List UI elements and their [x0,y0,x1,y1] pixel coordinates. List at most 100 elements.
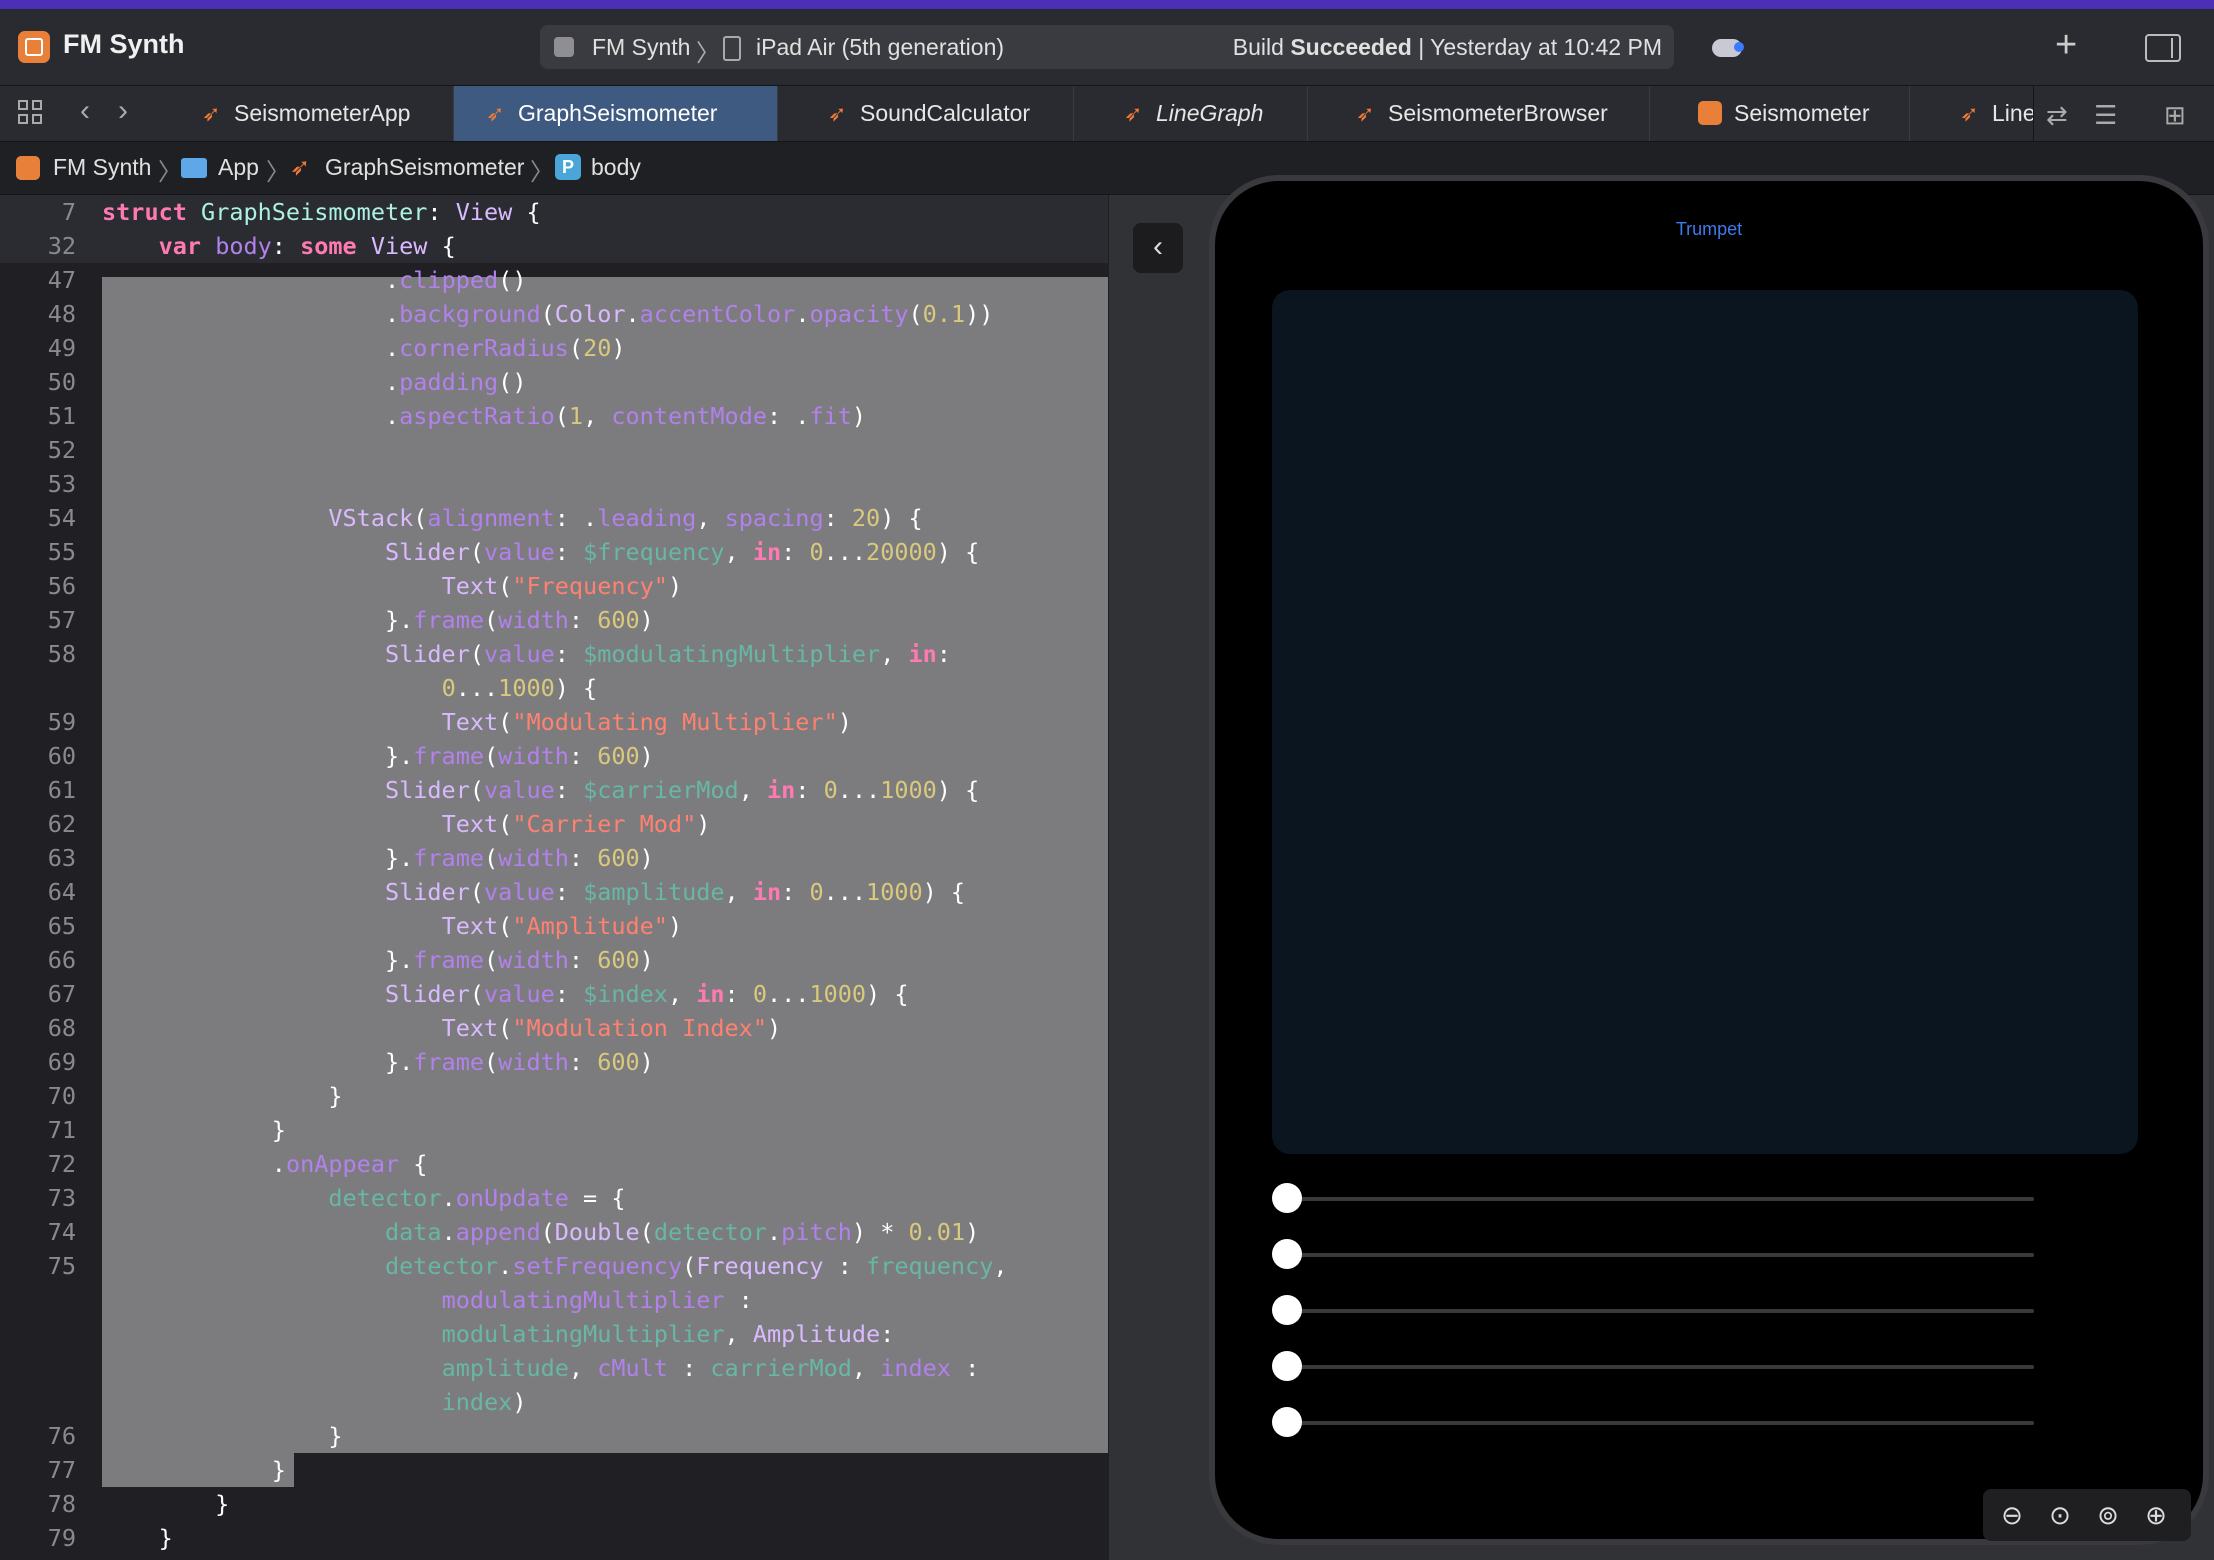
code-text: Text("Amplitude") [441,912,683,940]
slider-thumb[interactable] [1272,1407,1302,1437]
code-line[interactable]: 50 .padding() [0,365,1108,399]
code-line[interactable]: 51 .aspectRatio(1, contentMode: .fit) [0,399,1108,433]
chevron-left-icon[interactable]: ‹ [1133,223,1183,273]
code-line[interactable]: 63 }.frame(width: 600) [0,841,1108,875]
code-line[interactable]: 57 }.frame(width: 600) [0,603,1108,637]
tab-seismometer[interactable]: Seismometer [1650,86,1910,141]
tab-soundcalculator[interactable]: ➶ SoundCalculator [778,86,1074,141]
code-line[interactable]: 56 Text("Frequency") [0,569,1108,603]
split-editor-icon[interactable]: ⊞ [2164,100,2186,131]
slider-thumb[interactable] [1272,1183,1302,1213]
navigate-back-icon[interactable]: ‹ [80,94,90,128]
line-number: 77 [47,1456,76,1484]
code-line[interactable]: 59 Text("Modulating Multiplier") [0,705,1108,739]
chevron-right-icon: 〉 [696,40,720,67]
tab-label: SoundCalculator [860,100,1031,126]
code-line[interactable]: 52 [0,433,1108,467]
code-line[interactable]: 48 .background(Color.accentColor.opacity… [0,297,1108,331]
add-library-button[interactable]: + [2055,25,2077,65]
code-text: } [102,1116,286,1144]
build-status[interactable]: Build Succeeded | Yesterday at 10:42 PM [1233,34,1662,61]
breadcrumb-folder[interactable]: App [218,154,259,181]
code-line[interactable]: 76 } [0,1419,1108,1453]
code-line[interactable]: 66 }.frame(width: 600) [0,943,1108,977]
code-line[interactable]: index) [0,1385,1108,1419]
code-line[interactable]: 69 }.frame(width: 600) [0,1045,1108,1079]
zoom-controls: ⊖ ⊙ ⊚ ⊕ [1983,1489,2191,1541]
swap-editors-icon[interactable]: ⇄ [2046,100,2068,131]
code-line[interactable]: amplitude, cMult : carrierMod, index : [0,1351,1108,1385]
code-text: Text("Modulation Index") [441,1014,782,1042]
line-number: 63 [47,844,76,872]
swift-icon: ➶ [486,101,505,126]
code-line[interactable]: 71 } [0,1113,1108,1147]
code-text: 0...1000) { [441,674,598,702]
code-text: modulatingMultiplier, Amplitude: [441,1320,895,1348]
editor-options-icon[interactable]: ☰ [2094,100,2117,131]
breadcrumb-file[interactable]: GraphSeismometer [325,154,524,181]
related-items-grid-icon[interactable] [18,100,44,126]
inspector-toggle-icon[interactable] [2145,34,2181,62]
preview-slider[interactable] [1272,1407,2034,1437]
code-line[interactable]: 68 Text("Modulation Index") [0,1011,1108,1045]
code-line[interactable]: 62 Text("Carrier Mod") [0,807,1108,841]
zoom-actual-size-icon[interactable]: ⊙ [2045,1500,2075,1530]
tab-seismometerbrowser[interactable]: ➶ SeismometerBrowser [1308,86,1650,141]
slider-thumb[interactable] [1272,1351,1302,1381]
line-number: 78 [47,1490,76,1518]
code-line[interactable]: 64 Slider(value: $amplitude, in: 0...100… [0,875,1108,909]
zoom-in-icon[interactable]: ⊕ [2141,1500,2171,1530]
source-editor[interactable]: 7 struct GraphSeismometer: View {32 var b… [0,195,1108,1560]
code-line[interactable]: 61 Slider(value: $carrierMod, in: 0...10… [0,773,1108,807]
scheme-selector[interactable]: FM Synth 〉 iPad Air (5th generation) Bui… [540,25,1674,69]
zoom-out-icon[interactable]: ⊖ [1997,1500,2027,1530]
code-line[interactable]: 73 detector.onUpdate = { [0,1181,1108,1215]
breadcrumb-project[interactable]: FM Synth [53,154,151,181]
preview-slider[interactable] [1272,1295,2034,1325]
slider-thumb[interactable] [1272,1295,1302,1325]
code-line[interactable]: 49 .cornerRadius(20) [0,331,1108,365]
code-line[interactable]: 78 } [0,1487,1108,1521]
code-line[interactable]: 79 } [0,1521,1108,1555]
tab-linegraph-overflow[interactable]: ➶ Line [1910,86,2034,141]
code-line[interactable]: 65 Text("Amplitude") [0,909,1108,943]
code-text: var body: some View { [158,232,456,260]
code-line[interactable]: 67 Slider(value: $index, in: 0...1000) { [0,977,1108,1011]
code-text: Slider(value: $modulatingMultiplier, in: [384,640,951,668]
code-line[interactable]: 53 [0,467,1108,501]
code-text: .aspectRatio(1, contentMode: .fit) [102,402,867,430]
sticky-scope-line[interactable]: 32 var body: some View { [0,229,1108,263]
preview-slider[interactable] [1272,1239,2034,1269]
app-target-icon [554,37,574,57]
code-line[interactable]: 58 Slider(value: $modulatingMultiplier, … [0,637,1108,671]
code-line[interactable]: 55 Slider(value: $frequency, in: 0...200… [0,535,1108,569]
code-line[interactable]: 70 } [0,1079,1108,1113]
code-line[interactable]: 60 }.frame(width: 600) [0,739,1108,773]
code-text: } [102,1456,286,1484]
code-line[interactable]: 54 VStack(alignment: .leading, spacing: … [0,501,1108,535]
navigate-forward-icon[interactable]: › [118,94,128,128]
code-line[interactable]: 77 } [0,1453,1108,1487]
sticky-scope-line[interactable]: 7 struct GraphSeismometer: View { [0,195,1108,229]
code-text: .background(Color.accentColor.opacity(0.… [102,300,994,328]
preview-slider[interactable] [1272,1183,2034,1213]
run-destination-label[interactable]: iPad Air (5th generation) [756,34,1004,61]
code-line[interactable]: 72 .onAppear { [0,1147,1108,1181]
slider-track [1276,1365,2034,1369]
slider-thumb[interactable] [1272,1239,1302,1269]
code-line[interactable]: 75 detector.setFrequency(Frequency : fre… [0,1249,1108,1283]
breadcrumb-symbol[interactable]: body [591,154,641,181]
zoom-to-fit-icon[interactable]: ⊚ [2093,1500,2123,1530]
code-line[interactable]: 0...1000) { [0,671,1108,705]
code-line[interactable]: 74 data.append(Double(detector.pitch) * … [0,1215,1108,1249]
scheme-target-label[interactable]: FM Synth [592,34,690,61]
line-number: 53 [47,470,76,498]
code-line[interactable]: 47 .clipped() [0,263,1108,297]
tab-graphseismometer[interactable]: ➶ GraphSeismometer [454,86,778,141]
code-line[interactable]: modulatingMultiplier, Amplitude: [0,1317,1108,1351]
preview-slider[interactable] [1272,1351,2034,1381]
tab-seismometerapp[interactable]: ➶ SeismometerApp [170,86,454,141]
code-line[interactable]: modulatingMultiplier : [0,1283,1108,1317]
cloud-icon[interactable] [1712,39,1744,57]
tab-linegraph[interactable]: ➶ LineGraph [1074,86,1308,141]
